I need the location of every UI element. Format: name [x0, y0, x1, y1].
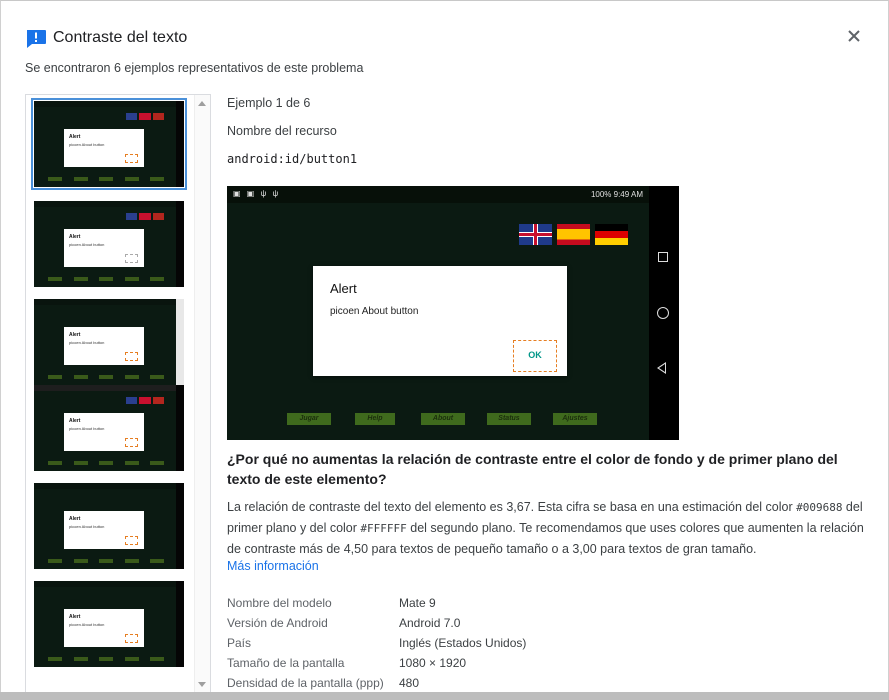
background-color-value: #FFFFFF — [360, 522, 407, 535]
thumbnail-alert: Alert picoen About button — [64, 511, 144, 549]
thumbnail-alert: Alert picoen About button — [64, 229, 144, 267]
more-info-link[interactable]: Más información — [227, 559, 319, 573]
example-thumbnail[interactable]: Alert picoen About button — [34, 299, 184, 385]
dialog-title: Contraste del texto — [53, 29, 188, 46]
scroll-up-icon[interactable] — [198, 101, 206, 106]
uk-flag-icon — [519, 224, 552, 245]
germany-flag-icon — [595, 224, 628, 245]
property-row: País Inglés (Estados Unidos) — [227, 636, 527, 650]
issue-description: La relación de contraste del texto del e… — [227, 500, 864, 556]
back-icon — [657, 362, 666, 374]
alert-title: Alert — [330, 281, 357, 296]
issue-question: ¿Por qué no aumentas la relación de cont… — [227, 451, 838, 487]
example-thumbnail[interactable]: Alert picoen About button — [31, 98, 187, 190]
thumbnail-scrollbar[interactable] — [194, 95, 210, 693]
close-icon[interactable] — [846, 28, 862, 44]
example-counter: Ejemplo 1 de 6 — [227, 96, 311, 110]
highlighted-ok-button: OK — [513, 340, 557, 372]
property-row: Nombre del modelo Mate 9 — [227, 596, 436, 610]
example-screenshot: ▣ ▣ ψ ψ 100% 9:49 AM Alert picoen About … — [227, 186, 679, 440]
example-thumbnail[interactable]: Alert picoen About button — [34, 581, 184, 667]
dialog-subtitle: Se encontraron 6 ejemplos representativo… — [25, 61, 364, 75]
scroll-down-icon[interactable] — [198, 682, 206, 687]
examples-thumbnail-list[interactable]: Alert picoen About button Alert picoen Abo… — [25, 94, 211, 694]
home-icon — [657, 307, 669, 319]
property-row: Versión de Android Android 7.0 — [227, 616, 461, 630]
spain-flag-icon — [557, 224, 590, 245]
game-buttons: Jugar Help About Status Ajustes — [287, 413, 597, 425]
contrast-dialog: Contraste del texto Se encontraron 6 eje… — [0, 0, 889, 700]
bottom-shadow-bar — [0, 692, 889, 700]
dialog-header: Contraste del texto — [25, 27, 187, 49]
thumbnail-alert: Alert picoen About button — [64, 609, 144, 647]
foreground-color-value: #009688 — [796, 501, 843, 514]
game-button: Jugar — [287, 413, 331, 425]
game-button: Ajustes — [553, 413, 597, 425]
alert-message: picoen About button — [330, 306, 419, 317]
device-nav-bar — [649, 186, 679, 440]
example-thumbnail[interactable]: Alert picoen About button — [34, 483, 184, 569]
device-status-bar: ▣ ▣ ψ ψ 100% 9:49 AM — [227, 186, 649, 203]
thumbnail-alert: Alert picoen About button — [64, 129, 144, 167]
device-alert-dialog: Alert picoen About button OK — [313, 266, 567, 376]
property-row: Tamaño de la pantalla 1080 × 1920 — [227, 656, 467, 670]
example-thumbnail[interactable]: Alert picoen About button — [34, 385, 184, 471]
feedback-icon — [25, 28, 47, 48]
resource-label: Nombre del recurso — [227, 124, 337, 138]
example-thumbnail[interactable]: Alert picoen About button — [34, 201, 184, 287]
game-button: Help — [355, 413, 395, 425]
thumbnail-alert: Alert picoen About button — [64, 327, 144, 365]
resource-id: android:id/button1 — [227, 152, 358, 166]
game-button: Status — [487, 413, 531, 425]
thumbnail-alert: Alert picoen About button — [64, 413, 144, 451]
recents-icon — [658, 252, 668, 262]
game-button: About — [421, 413, 465, 425]
